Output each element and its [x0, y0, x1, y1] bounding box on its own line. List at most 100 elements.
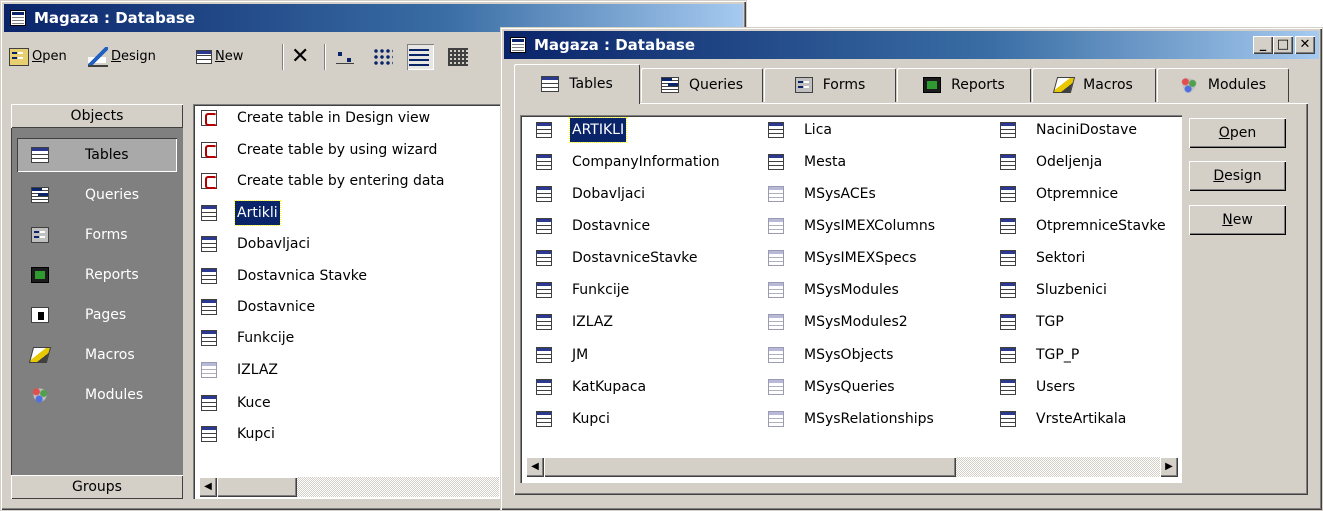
list-item[interactable]: IZLAZ: [201, 358, 491, 382]
list-item[interactable]: Create table by entering data: [201, 169, 491, 193]
object-item-modules[interactable]: Modules: [17, 378, 177, 412]
object-item-queries[interactable]: Queries: [17, 178, 177, 212]
list-item[interactable]: Dobavljaci: [536, 182, 756, 206]
list-item[interactable]: IZLAZ: [536, 310, 756, 334]
scroll-left-button[interactable]: ◀: [199, 477, 217, 497]
list-item[interactable]: CompanyInformation: [536, 150, 756, 174]
details-view-button[interactable]: [448, 44, 471, 70]
list-item[interactable]: Odeljenja: [1000, 150, 1220, 174]
scroll-thumb[interactable]: [544, 457, 956, 477]
list-item[interactable]: Lica: [768, 118, 988, 142]
item-label: VrsteArtikala: [1036, 411, 1127, 427]
list-item[interactable]: MSysObjects: [768, 343, 988, 367]
object-item-pages[interactable]: Pages: [17, 298, 177, 332]
list-item[interactable]: Dostavnice: [536, 214, 756, 238]
small-icons-button[interactable]: [373, 44, 396, 70]
groups-header[interactable]: Groups: [11, 475, 183, 499]
list-item[interactable]: Funkcije: [201, 326, 491, 350]
list-item[interactable]: Funkcije: [536, 278, 756, 302]
list-item[interactable]: NaciniDostave: [1000, 118, 1220, 142]
item-label: NaciniDostave: [1036, 122, 1138, 138]
list-item[interactable]: Kuce: [201, 391, 491, 415]
list-item[interactable]: MSysModules2: [768, 310, 988, 334]
toolbar-design-button[interactable]: Design: [88, 44, 156, 70]
list-item[interactable]: Dostavnice: [201, 295, 491, 319]
item-label: MSysACEs: [804, 186, 876, 202]
list-item[interactable]: Dostavnica Stavke: [201, 264, 491, 288]
tab-tables[interactable]: Tables: [514, 64, 640, 104]
back-horizontal-scrollbar[interactable]: ◀: [199, 477, 499, 497]
list-item[interactable]: Kupci: [201, 422, 491, 446]
list-item[interactable]: MSysIMEXSpecs: [768, 246, 988, 270]
list-item[interactable]: OtpremniceStavke: [1000, 214, 1220, 238]
system-table-icon: [768, 314, 784, 330]
toolbar-new-button[interactable]: New: [196, 44, 243, 70]
query-icon: [660, 77, 679, 93]
new-button[interactable]: New: [1189, 205, 1286, 235]
list-item[interactable]: Kupci: [536, 407, 756, 431]
tab-modules[interactable]: Modules: [1157, 68, 1289, 102]
scroll-left-button[interactable]: ◀: [526, 457, 544, 477]
list-item[interactable]: MSysACEs: [768, 182, 988, 206]
list-item[interactable]: KatKupaca: [536, 375, 756, 399]
item-label: Create table in Design view: [237, 110, 431, 126]
design-button[interactable]: Design: [1189, 161, 1286, 191]
object-item-tables[interactable]: Tables: [17, 138, 177, 172]
front-horizontal-scrollbar[interactable]: ◀ ▶: [526, 457, 1178, 477]
list-item[interactable]: Artikli: [201, 200, 491, 226]
list-item[interactable]: DostavniceStavke: [536, 246, 756, 270]
objects-header[interactable]: Objects: [11, 104, 183, 128]
list-item[interactable]: Mesta: [768, 150, 988, 174]
object-item-macros[interactable]: Macros: [17, 338, 177, 372]
tab-queries[interactable]: Queries: [641, 68, 763, 102]
list-item[interactable]: MSysQueries: [768, 375, 988, 399]
design-accel: D: [1213, 168, 1225, 184]
scroll-right-button[interactable]: ▶: [1160, 457, 1178, 477]
list-item[interactable]: TGP: [1000, 310, 1220, 334]
design-label-rest: esign: [121, 49, 156, 64]
tab-macros[interactable]: Macros: [1032, 68, 1156, 102]
large-icons-icon: [336, 48, 356, 66]
open-icon: [9, 48, 29, 66]
list-item[interactable]: ARTIKLI: [536, 117, 756, 143]
list-item[interactable]: Sektori: [1000, 246, 1220, 270]
tab-label: Tables: [569, 76, 613, 92]
object-item-forms[interactable]: Forms: [17, 218, 177, 252]
tab-forms[interactable]: Forms: [764, 68, 896, 102]
maximize-button[interactable]: □: [1273, 36, 1293, 54]
front-title-bar[interactable]: Magaza : Database _ □ ✕: [504, 31, 1319, 59]
macro-icon: [28, 347, 52, 363]
list-item[interactable]: MSysRelationships: [768, 407, 988, 431]
front-object-list[interactable]: ARTIKLI CompanyInformation Dobavljaci Dosta…: [520, 115, 1182, 483]
open-label-rest: pen: [1229, 125, 1257, 141]
open-button[interactable]: Open: [1189, 118, 1286, 148]
list-item[interactable]: Create table in Design view: [201, 106, 491, 130]
list-item[interactable]: Sluzbenici: [1000, 278, 1220, 302]
list-view-button[interactable]: [407, 44, 434, 70]
toolbar-delete-button[interactable]: ✕: [291, 44, 309, 70]
list-item[interactable]: TGP_P: [1000, 343, 1220, 367]
list-view-icon: [409, 48, 429, 66]
list-item[interactable]: Otpremnice: [1000, 182, 1220, 206]
list-item[interactable]: JM: [536, 343, 756, 367]
list-item[interactable]: MSysIMEXColumns: [768, 214, 988, 238]
minimize-button[interactable]: _: [1253, 36, 1273, 54]
list-item[interactable]: MSysModules: [768, 278, 988, 302]
tab-reports[interactable]: Reports: [897, 68, 1031, 102]
item-label: MSysQueries: [804, 379, 895, 395]
list-item[interactable]: Users: [1000, 375, 1220, 399]
scroll-thumb[interactable]: [217, 477, 297, 497]
table-icon: [536, 347, 552, 363]
wizard-icon: [201, 110, 217, 126]
table-icon: [1000, 379, 1016, 395]
close-button[interactable]: ✕: [1295, 36, 1315, 54]
object-item-reports[interactable]: Reports: [17, 258, 177, 292]
wizard-icon: [201, 142, 217, 158]
toolbar-open-button[interactable]: Open: [9, 44, 67, 70]
table-icon: [1000, 218, 1016, 234]
list-item[interactable]: Create table by using wizard: [201, 138, 491, 162]
form-icon: [794, 77, 813, 93]
list-item[interactable]: VrsteArtikala: [1000, 407, 1220, 431]
list-item[interactable]: Dobavljaci: [201, 232, 491, 256]
large-icons-button[interactable]: [336, 44, 359, 70]
